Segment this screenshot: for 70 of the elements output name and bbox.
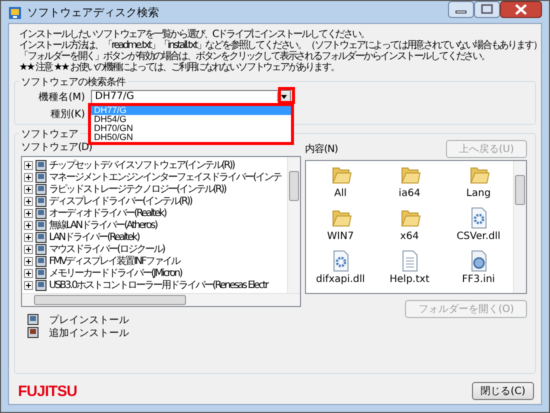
disc-drive-icon (35, 256, 47, 266)
legend-label: プレインストール (49, 314, 129, 326)
expand-icon[interactable] (24, 196, 33, 206)
scrollbar[interactable] (22, 293, 300, 306)
text-file-icon[interactable] (400, 250, 420, 272)
expand-icon[interactable] (24, 232, 33, 242)
tree-item[interactable]: オーディオドライバー(Realtek) (49, 206, 166, 220)
tree-item[interactable]: ディスプレイドライバー(インテル(R)) (49, 194, 192, 208)
file-name: WIN7 (327, 231, 354, 242)
legend-label: 追加インストール (49, 326, 129, 340)
expand-icon[interactable] (24, 208, 33, 218)
tree-item[interactable]: USB3.0ホストコントローラー用ドライバー(Renesas Electr (49, 278, 268, 292)
model-label: 機種名(M) (38, 90, 85, 104)
tree-item[interactable]: マウスドライバー(ロジクール) (49, 242, 164, 256)
tree-item[interactable]: マネージメントエンジンインターフェイスドライバー(インテ (49, 170, 281, 184)
logo: FUJITSU (18, 382, 78, 400)
app-icon (8, 6, 22, 20)
disc-drive-icon (27, 314, 39, 325)
disc-drive-icon (35, 208, 47, 218)
file-name: Help.txt (390, 274, 430, 285)
disc-drive-icon (35, 280, 47, 290)
disc-drive-icon (35, 244, 47, 254)
expand-icon[interactable] (24, 220, 33, 230)
disc-drive-icon (35, 172, 47, 182)
tree-item[interactable]: 無線LANドライバー(Atheros) (49, 218, 157, 232)
file-name: FF3.ini (462, 274, 495, 285)
tree-item[interactable]: メモリーカードドライバー(JMicron) (49, 266, 182, 280)
disc-drive-icon (35, 196, 47, 206)
file-name: difxapi.dll (316, 274, 365, 285)
scrollbar[interactable] (287, 157, 300, 293)
tree-item[interactable]: LANドライバー(Realtek) (49, 230, 139, 244)
instruction-text: インストールしたいソフトウェアを一覧から選び、Cドライブにインストールしてください。 (19, 29, 370, 40)
expand-icon[interactable] (24, 256, 33, 266)
maximize-button[interactable] (474, 1, 500, 18)
tree-item[interactable]: FMVディスプレイ装置INFファイル (49, 254, 180, 268)
disc-drive-icon (35, 220, 47, 230)
model-dropdown[interactable]: DH77/G (91, 90, 291, 104)
expand-icon[interactable] (24, 268, 33, 278)
disc-drive-icon (35, 268, 47, 278)
expand-icon[interactable] (24, 160, 33, 170)
scrollbar[interactable] (513, 161, 526, 293)
contents-label: 内容(N) (305, 142, 338, 157)
instruction-text: 「フォルダーを開く」ボタンが有効の場合は、ボタンをクリックして表示されるフォルダーからインストールしてください。 (19, 51, 490, 62)
file-name: CSVer.dll (456, 231, 500, 242)
tree-item[interactable]: チップセットデバイスソフトウェア(インテル(R)) (49, 158, 234, 172)
disc-drive-icon (27, 327, 39, 338)
instruction-text: ★★ 注意 ★★ お使いの機種によっては、ご利用になれないソフトウェアがあります。 (19, 62, 340, 73)
file-name: x64 (400, 231, 419, 242)
expand-icon[interactable] (24, 280, 33, 290)
disc-drive-icon (35, 184, 47, 194)
expand-icon[interactable] (24, 184, 33, 194)
close-button[interactable] (500, 1, 542, 18)
dropdown-option[interactable]: DH54/G (91, 114, 291, 124)
disc-drive-icon (35, 232, 47, 242)
file-name: All (334, 188, 347, 199)
dropdown-option[interactable]: DH50/GN (91, 132, 291, 142)
expand-icon[interactable] (24, 244, 33, 254)
disc-drive-icon (35, 160, 47, 170)
window-title: ソフトウェアディスク検索 (27, 5, 159, 20)
file-name: Lang (466, 188, 491, 199)
file-name: ia64 (398, 188, 420, 199)
minimize-button[interactable] (448, 1, 474, 18)
group-title: ソフトウェア (19, 127, 80, 141)
close-dialog-button[interactable]: 閉じる(C) (472, 382, 534, 400)
group-title: ソフトウェアの検索条件 (19, 75, 128, 89)
dropdown-option[interactable]: DH70/GN (91, 124, 291, 132)
type-label: 種別(K) (50, 108, 85, 120)
tree-item[interactable]: ラピッドストレージテクノロジー(インテル(R)) (49, 182, 226, 196)
expand-icon[interactable] (24, 172, 33, 182)
instruction-text: インストール方法は、「readme.txt」「install.txt」などを参照してください。（ソフトウェアによっては用意されていない場合もあります） (19, 40, 536, 51)
